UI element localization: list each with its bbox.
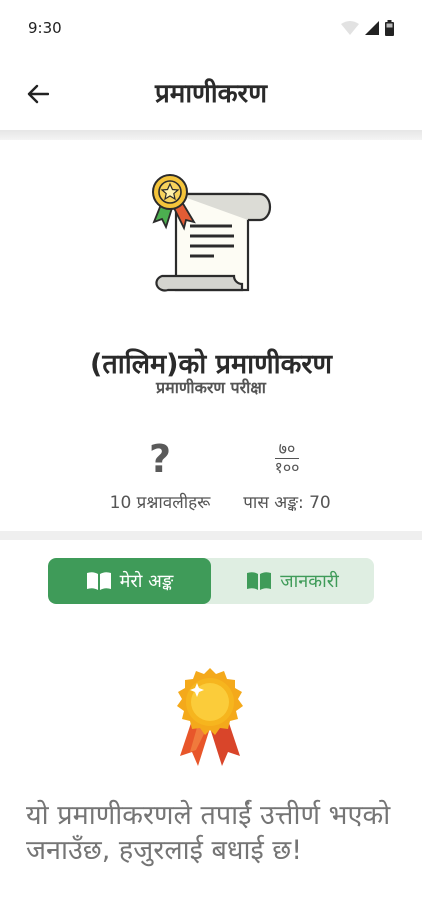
book-icon: [247, 572, 272, 590]
questions-label: 10 प्रश्नावलीहरू: [109, 493, 211, 513]
pass-marks-label: पास अङ्क: 70: [243, 493, 331, 513]
section-divider: [0, 531, 422, 540]
status-bar: 9:30: [0, 0, 422, 56]
questions-stat: ? 10 प्रश्नावलीहरू: [80, 436, 240, 513]
result-message: यो प्रमाणीकरणले तपाईं उत्तीर्ण भएको जनाउ…: [26, 800, 391, 866]
book-icon: [86, 572, 111, 590]
question-mark-icon: ?: [148, 437, 172, 481]
status-icons: [341, 20, 394, 36]
award-medal-icon: [177, 668, 243, 766]
tab-information[interactable]: जानकारी: [211, 558, 374, 604]
header-divider: [0, 130, 422, 140]
signal-icon: [365, 21, 379, 35]
tab-information-label: जानकारी: [280, 571, 339, 592]
certificate-icon: [152, 174, 272, 292]
tab-bar: मेरो अङ्क जानकारी: [48, 558, 374, 604]
page-title: प्रमाणीकरण: [154, 79, 267, 109]
fraction-icon: ७० १००: [222, 436, 352, 482]
wifi-icon: [341, 21, 359, 35]
tab-my-score[interactable]: मेरो अङ्क: [48, 558, 211, 604]
fraction-denominator: १००: [274, 458, 300, 477]
battery-icon: [385, 20, 394, 36]
status-time: 9:30: [28, 19, 62, 37]
app-bar: प्रमाणीकरण: [0, 56, 422, 130]
fraction-numerator: ७०: [274, 440, 300, 459]
pass-marks-stat: ७० १०० पास अङ्क: 70: [222, 436, 352, 514]
tab-my-score-label: मेरो अङ्क: [119, 571, 174, 592]
certificate-subtitle: प्रमाणीकरण परीक्षा: [156, 378, 266, 397]
